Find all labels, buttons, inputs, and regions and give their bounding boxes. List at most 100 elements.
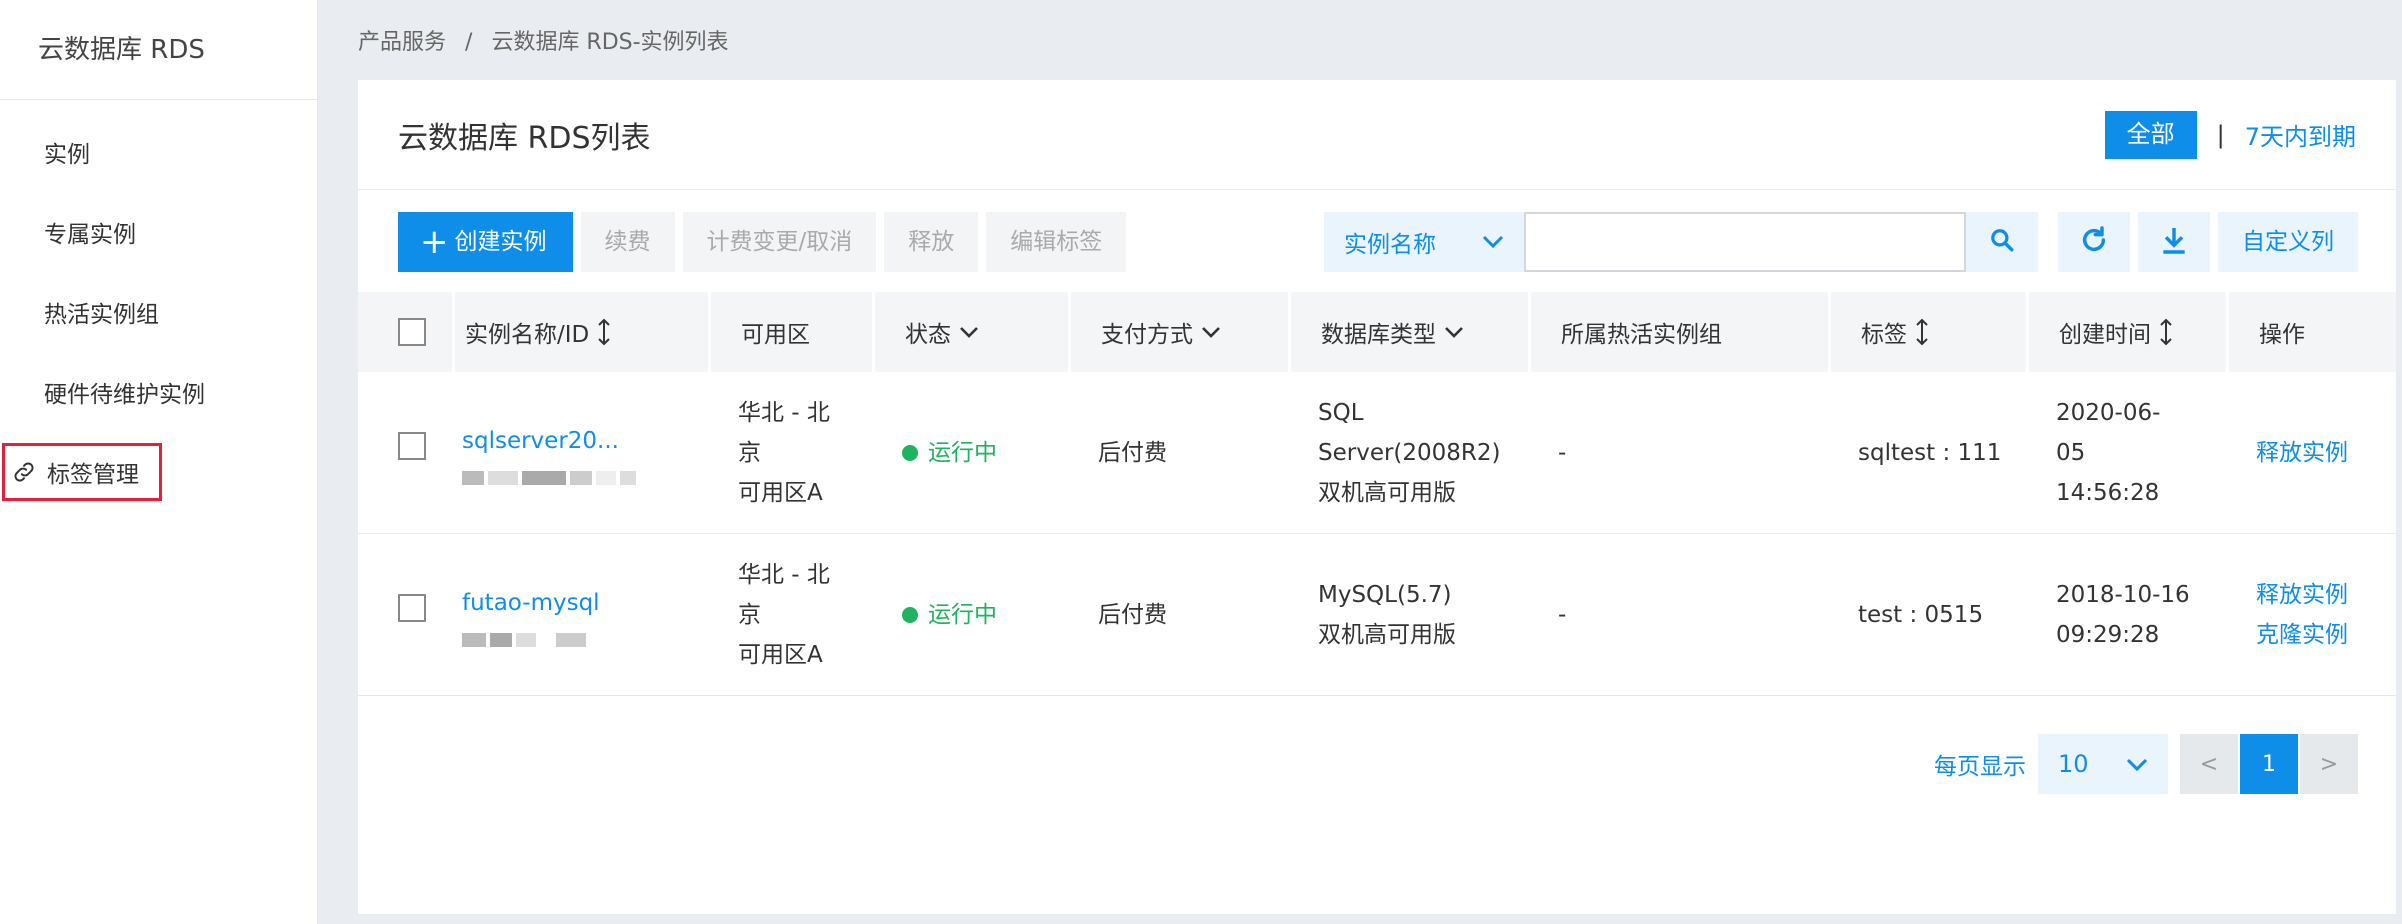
edit-tags-button[interactable]: 编辑标签 — [986, 212, 1127, 272]
cell-operation: 释放实例 克隆实例 — [2226, 575, 2396, 655]
app-root: 云数据库 RDS 实例 专属实例 热活实例组 硬件待维护实例 标签管理 产品服务… — [0, 0, 2402, 924]
filter-all-button[interactable]: 全部 — [2104, 110, 2197, 159]
chevron-down-icon — [1482, 229, 1504, 255]
status-badge: 运行中 — [902, 433, 1068, 473]
time-line: 14:56:28 — [2056, 479, 2160, 506]
status-text: 运行中 — [928, 601, 997, 628]
sidebar-item-label: 标签管理 — [47, 462, 139, 488]
cell-name: futao-mysql — [452, 583, 708, 647]
instance-name-link[interactable]: futao-mysql — [462, 590, 600, 616]
select-all-checkbox[interactable] — [398, 318, 426, 346]
cell-name: sqlserver20... — [452, 421, 708, 485]
header-time-label: 创建时间 — [2059, 322, 2151, 348]
plus-icon: + — [420, 222, 449, 262]
search-input[interactable] — [1524, 212, 1966, 272]
time-line: 2018-10-16 — [2056, 581, 2190, 608]
header-status-label: 状态 — [905, 322, 951, 348]
header-zone: 可用区 — [711, 292, 875, 372]
cell-status: 运行中 — [872, 433, 1068, 473]
header-name[interactable]: 实例名称/ID — [455, 292, 711, 372]
card-header: 云数据库 RDS列表 全部 | 7天内到期 — [358, 80, 2396, 190]
zone-line: 可用区A — [738, 641, 823, 668]
breadcrumb-current: 云数据库 RDS-实例列表 — [491, 30, 729, 55]
custom-columns-button[interactable]: 自定义列 — [2218, 212, 2358, 272]
instance-name-link[interactable]: sqlserver20... — [462, 428, 619, 454]
refresh-button[interactable] — [2058, 212, 2130, 272]
db-line: SQL — [1318, 399, 1364, 426]
filter-7days-link[interactable]: 7天内到期 — [2245, 117, 2356, 152]
time-line: 09:29:28 — [2056, 621, 2160, 648]
row-checkbox-cell — [358, 432, 452, 473]
masked-instance-id — [462, 470, 708, 485]
release-instance-link[interactable]: 释放实例 — [2256, 433, 2396, 473]
db-line: Server(2008R2) — [1318, 439, 1501, 466]
status-dot-icon — [902, 606, 918, 623]
expiry-filter: 全部 | 7天内到期 — [2104, 110, 2356, 159]
sort-icon — [597, 318, 611, 346]
cell-tag: sqltest : 111 — [1858, 439, 2002, 466]
row-checkbox-cell — [358, 594, 452, 635]
row-checkbox[interactable] — [398, 432, 426, 460]
sidebar-item-hardware-maintenance[interactable]: 硬件待维护实例 — [0, 352, 317, 432]
sidebar-item-label: 硬件待维护实例 — [44, 382, 205, 408]
time-line: 05 — [2056, 439, 2086, 466]
search-icon — [1989, 227, 2015, 257]
search-field-select[interactable]: 实例名称 — [1324, 212, 1524, 272]
clone-instance-link[interactable]: 克隆实例 — [2256, 615, 2396, 655]
header-status[interactable]: 状态 — [875, 292, 1071, 372]
download-button[interactable] — [2138, 212, 2210, 272]
filter-divider: | — [2216, 120, 2225, 149]
cell-db-type: MySQL(5.7) 双机高可用版 — [1288, 575, 1528, 655]
zone-line: 京 — [738, 439, 761, 466]
cell-pay: 后付费 — [1098, 439, 1167, 466]
zone-line: 华北 - 北 — [738, 561, 830, 588]
refresh-icon — [2078, 224, 2110, 260]
billing-change-button[interactable]: 计费变更/取消 — [682, 212, 877, 272]
sidebar-item-label: 热活实例组 — [44, 302, 159, 328]
sidebar-item-instances[interactable]: 实例 — [0, 112, 317, 192]
release-button[interactable]: 释放 — [884, 212, 979, 272]
next-page-button[interactable]: > — [2300, 734, 2358, 794]
cell-zone: 华北 - 北 京 可用区A — [708, 555, 872, 675]
sort-icon — [1915, 318, 1929, 346]
table-row: sqlserver20... 华北 - 北 京 可用区A 运行中 后付费 SQL… — [358, 372, 2396, 534]
header-name-label: 实例名称/ID — [465, 322, 590, 348]
status-badge: 运行中 — [902, 595, 1068, 635]
download-icon — [2158, 224, 2190, 260]
instance-list-card: 云数据库 RDS列表 全部 | 7天内到期 + 创建实例 续费 计费变更/取消 … — [358, 80, 2396, 914]
table-row: futao-mysql 华北 - 北 京 可用区A 运行中 后付费 MySQL(… — [358, 534, 2396, 696]
db-line: 双机高可用版 — [1318, 621, 1456, 648]
cell-status: 运行中 — [872, 595, 1068, 635]
header-tag[interactable]: 标签 — [1831, 292, 2029, 372]
prev-page-button[interactable]: < — [2180, 734, 2238, 794]
create-instance-button[interactable]: + 创建实例 — [398, 212, 573, 272]
toolbar: + 创建实例 续费 计费变更/取消 释放 编辑标签 实例名称 自定义列 — [398, 212, 2358, 272]
header-pay[interactable]: 支付方式 — [1071, 292, 1291, 372]
search-button[interactable] — [1966, 212, 2038, 272]
renew-button[interactable]: 续费 — [580, 212, 675, 272]
zone-line: 华北 - 北 — [738, 399, 830, 426]
breadcrumb-root[interactable]: 产品服务 — [358, 30, 446, 55]
cell-zone: 华北 - 北 京 可用区A — [708, 393, 872, 513]
sidebar-item-dedicated-instances[interactable]: 专属实例 — [0, 192, 317, 272]
page-button-current[interactable]: 1 — [2240, 734, 2298, 794]
sidebar: 云数据库 RDS 实例 专属实例 热活实例组 硬件待维护实例 标签管理 — [0, 0, 318, 924]
row-checkbox[interactable] — [398, 594, 426, 622]
header-db-type[interactable]: 数据库类型 — [1291, 292, 1531, 372]
release-instance-link[interactable]: 释放实例 — [2256, 575, 2396, 615]
page-size-value: 10 — [2058, 750, 2089, 778]
header-hot-group: 所属热活实例组 — [1531, 292, 1831, 372]
time-line: 2020-06- — [2056, 399, 2161, 426]
chevron-down-icon — [1201, 325, 1221, 339]
sidebar-item-label: 实例 — [44, 142, 90, 168]
page-size-select[interactable]: 10 — [2038, 734, 2168, 794]
create-instance-label: 创建实例 — [454, 229, 547, 255]
sidebar-item-hot-active-groups[interactable]: 热活实例组 — [0, 272, 317, 352]
header-operation: 操作 — [2259, 322, 2305, 348]
sidebar-title: 云数据库 RDS — [0, 0, 317, 100]
header-db-label: 数据库类型 — [1321, 322, 1436, 348]
header-created-time[interactable]: 创建时间 — [2029, 292, 2229, 372]
sidebar-item-tag-management[interactable]: 标签管理 — [2, 443, 162, 501]
page-title: 云数据库 RDS列表 — [398, 120, 651, 156]
db-line: MySQL(5.7) — [1318, 581, 1452, 608]
